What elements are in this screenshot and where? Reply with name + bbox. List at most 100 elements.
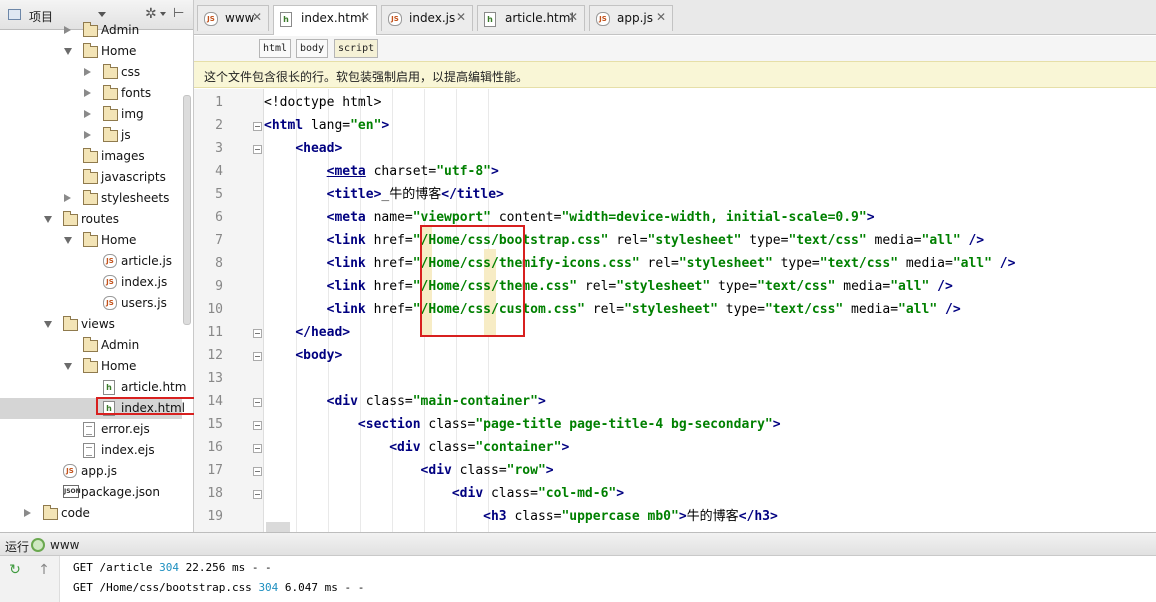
tree-item[interactable]: JS app.js: [0, 461, 182, 482]
line-number: 13: [207, 371, 223, 386]
close-icon[interactable]: ✕: [568, 10, 578, 24]
tree-item[interactable]: Home: [0, 230, 182, 251]
tree-item-label: code: [61, 506, 90, 520]
chevron-down-icon[interactable]: [44, 321, 52, 328]
code-token: <link: [326, 233, 366, 248]
code-line[interactable]: <div class="col-md-6">: [264, 482, 1156, 505]
tree-item[interactable]: JSON package.json: [0, 482, 182, 503]
close-icon[interactable]: ✕: [360, 10, 370, 24]
tree-item[interactable]: fonts: [0, 83, 182, 104]
tree-item[interactable]: stylesheets: [0, 188, 182, 209]
tab-label: www: [225, 11, 255, 25]
tab-index-html[interactable]: h index.html ✕: [273, 5, 377, 35]
code-line[interactable]: <title>_牛的博客</title>: [264, 183, 1156, 206]
hide-panel-icon[interactable]: ⊢: [173, 6, 184, 21]
fold-toggle-icon[interactable]: [253, 490, 262, 499]
chevron-right-icon[interactable]: [84, 131, 91, 139]
editor-scrollbar[interactable]: [266, 522, 290, 532]
chevron-down-icon[interactable]: [64, 237, 72, 244]
tree-item[interactable]: img: [0, 104, 182, 125]
chevron-right-icon[interactable]: [84, 68, 91, 76]
code-line[interactable]: <link href="/Home/css/themify-icons.css"…: [264, 252, 1156, 275]
tree-item-label: error.ejs: [101, 422, 150, 436]
chevron-down-icon[interactable]: [160, 12, 166, 16]
tree-item[interactable]: routes: [0, 209, 182, 230]
code-line[interactable]: <link href="/Home/css/theme.css" rel="st…: [264, 275, 1156, 298]
tab-app-js[interactable]: JS app.js ✕: [589, 5, 673, 31]
arrow-up-icon[interactable]: ↑: [34, 560, 54, 580]
tree-item[interactable]: css: [0, 62, 182, 83]
tree-item[interactable]: Home: [0, 356, 182, 377]
tree-item[interactable]: javascripts: [0, 167, 182, 188]
code-line[interactable]: <h3 class="uppercase mb0">牛的博客</h3>: [264, 505, 1156, 528]
breadcrumb-item[interactable]: script: [334, 39, 379, 58]
tree-item[interactable]: JS index.js: [0, 272, 182, 293]
code-line[interactable]: <!doctype html>: [264, 91, 1156, 114]
chevron-right-icon[interactable]: [64, 194, 71, 202]
fold-toggle-icon[interactable]: [253, 329, 262, 338]
chevron-down-icon[interactable]: [98, 12, 106, 17]
close-icon[interactable]: ✕: [456, 10, 466, 24]
code-editor[interactable]: 1 2 3 4 5 6 7 8 9 10 11 12 13 14 15 16 17 18 19 <!doctype …: [194, 89, 1156, 532]
code-line[interactable]: <link href="/Home/css/bootstrap.css" rel…: [264, 229, 1156, 252]
code-line[interactable]: <meta charset="utf-8">: [264, 160, 1156, 183]
code-line[interactable]: <div class="row">: [264, 459, 1156, 482]
tree-item[interactable]: error.ejs: [0, 419, 182, 440]
code-line[interactable]: <div class="main-container">: [264, 390, 1156, 413]
code-token: </h3>: [738, 509, 778, 524]
tree-item[interactable]: h article.htm: [0, 377, 186, 398]
tree-item[interactable]: Home: [0, 41, 182, 62]
code-line[interactable]: <div class="container">: [264, 436, 1156, 459]
rerun-icon[interactable]: ↻: [5, 560, 25, 580]
code-line[interactable]: <section class="page-title page-title-4 …: [264, 413, 1156, 436]
fold-toggle-icon[interactable]: [253, 398, 262, 407]
tree-item[interactable]: index.ejs: [0, 440, 182, 461]
fold-toggle-icon[interactable]: [253, 352, 262, 361]
code-line[interactable]: <link href="/Home/css/custom.css" rel="s…: [264, 298, 1156, 321]
fold-toggle-icon[interactable]: [253, 421, 262, 430]
chevron-right-icon[interactable]: [84, 110, 91, 118]
breadcrumb-item[interactable]: html: [259, 39, 292, 58]
tree-item[interactable]: images: [0, 146, 182, 167]
code-line[interactable]: <body>: [264, 344, 1156, 367]
tree-item[interactable]: JS article.js: [0, 251, 182, 272]
fold-toggle-icon[interactable]: [253, 467, 262, 476]
tab-www[interactable]: JS www ✕: [197, 5, 269, 31]
project-icon: [8, 9, 21, 20]
line-number: 2: [215, 118, 223, 133]
tree-item[interactable]: js: [0, 125, 182, 146]
chevron-down-icon[interactable]: [64, 48, 72, 55]
code-line[interactable]: <html lang="en">: [264, 114, 1156, 137]
code-line[interactable]: [264, 367, 1156, 390]
chevron-down-icon[interactable]: [64, 363, 72, 370]
tab-article-html[interactable]: h article.html ✕: [477, 5, 585, 31]
chevron-right-icon[interactable]: [84, 89, 91, 97]
close-icon[interactable]: ✕: [656, 10, 666, 24]
breadcrumb-item[interactable]: body: [296, 39, 329, 58]
tree-item[interactable]: JS users.js: [0, 293, 182, 314]
tree-item[interactable]: code: [0, 503, 182, 524]
tree-item[interactable]: Admin: [0, 335, 182, 356]
fold-toggle-icon[interactable]: [253, 122, 262, 131]
code-token: "row": [506, 463, 546, 478]
sidebar-scrollbar[interactable]: [183, 95, 191, 325]
chevron-down-icon[interactable]: [44, 216, 52, 223]
tree-item[interactable]: views: [0, 314, 182, 335]
chevron-right-icon[interactable]: [64, 26, 71, 34]
run-config-name[interactable]: www: [50, 538, 79, 552]
code-token: "text/css": [764, 302, 844, 317]
chevron-right-icon[interactable]: [24, 509, 31, 517]
fold-toggle-icon[interactable]: [253, 444, 262, 453]
close-icon[interactable]: ✕: [252, 10, 262, 24]
code-line[interactable]: <head>: [264, 137, 1156, 160]
tree-item[interactable]: Admin: [0, 20, 182, 41]
folder-icon: [103, 64, 118, 79]
code-line[interactable]: <meta name="viewport" content="width=dev…: [264, 206, 1156, 229]
fold-toggle-icon[interactable]: [253, 145, 262, 154]
tab-index-js[interactable]: JS index.js ✕: [381, 5, 473, 31]
code-line[interactable]: </head>: [264, 321, 1156, 344]
code-token: "en": [350, 118, 382, 133]
